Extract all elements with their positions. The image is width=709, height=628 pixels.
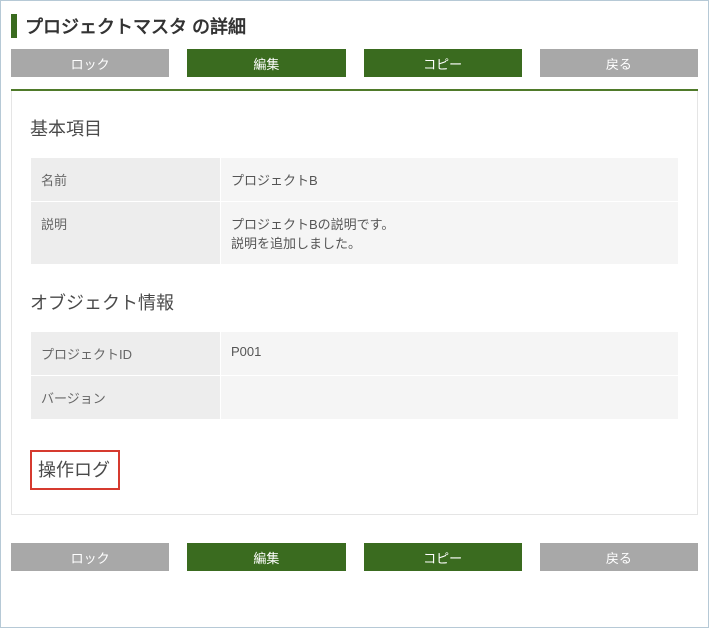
operation-log-highlight: 操作ログ [30, 450, 120, 490]
page-title: プロジェクトマスタ の詳細 [25, 13, 246, 39]
basic-table: 名前 プロジェクトB 説明 プロジェクトBの説明です。 説明を追加しました。 [30, 157, 679, 265]
table-row: 説明 プロジェクトBの説明です。 説明を追加しました。 [31, 202, 679, 265]
table-row: バージョン [31, 376, 679, 420]
name-label: 名前 [31, 158, 221, 202]
desc-value: プロジェクトBの説明です。 説明を追加しました。 [221, 202, 679, 265]
version-label: バージョン [31, 376, 221, 420]
page-title-wrap: プロジェクトマスタ の詳細 [11, 13, 698, 39]
operation-log-heading: 操作ログ [38, 456, 110, 482]
content-panel: 基本項目 名前 プロジェクトB 説明 プロジェクトBの説明です。 説明を追加しま… [11, 91, 698, 515]
lock-button[interactable]: ロック [11, 49, 169, 77]
basic-section-heading: 基本項目 [30, 115, 679, 141]
bottom-button-row: ロック 編集 コピー 戻る [11, 543, 698, 571]
title-accent-bar [11, 14, 17, 38]
top-button-row: ロック 編集 コピー 戻る [11, 49, 698, 77]
detail-window: プロジェクトマスタ の詳細 ロック 編集 コピー 戻る 基本項目 名前 プロジェ… [0, 0, 709, 628]
lock-button-bottom[interactable]: ロック [11, 543, 169, 571]
desc-label: 説明 [31, 202, 221, 265]
back-button[interactable]: 戻る [540, 49, 698, 77]
table-row: 名前 プロジェクトB [31, 158, 679, 202]
object-info-table: プロジェクトID P001 バージョン [30, 331, 679, 420]
object-info-heading: オブジェクト情報 [30, 289, 679, 315]
edit-button[interactable]: 編集 [187, 49, 345, 77]
copy-button-bottom[interactable]: コピー [364, 543, 522, 571]
table-row: プロジェクトID P001 [31, 332, 679, 376]
edit-button-bottom[interactable]: 編集 [187, 543, 345, 571]
project-id-value: P001 [221, 332, 679, 376]
version-value [221, 376, 679, 420]
project-id-label: プロジェクトID [31, 332, 221, 376]
copy-button[interactable]: コピー [364, 49, 522, 77]
back-button-bottom[interactable]: 戻る [540, 543, 698, 571]
name-value: プロジェクトB [221, 158, 679, 202]
